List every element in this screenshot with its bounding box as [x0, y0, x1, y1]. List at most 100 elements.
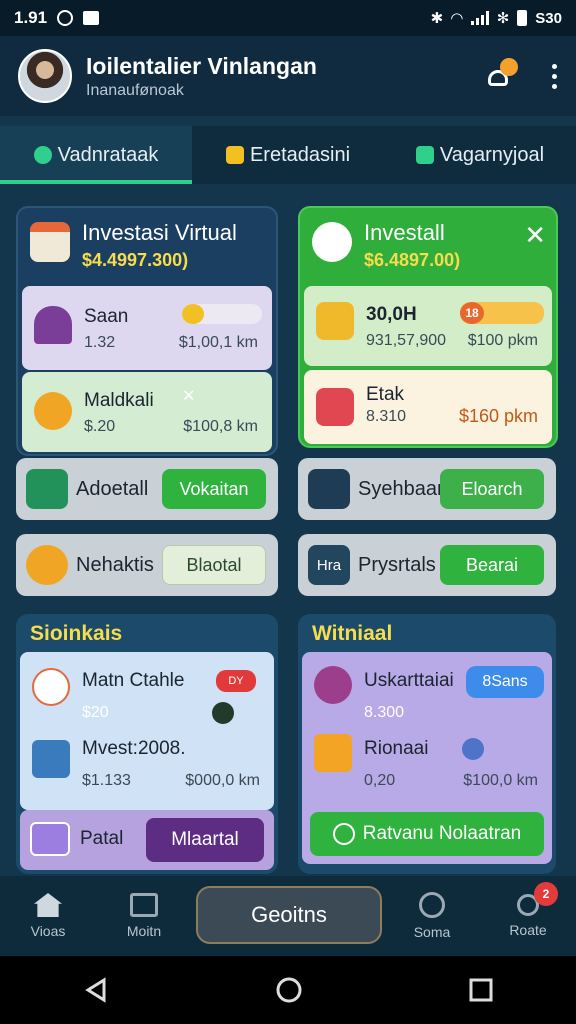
- list-group: Uskarttaiai 8.300 8Sans Rionaai 0,20 $10…: [302, 652, 552, 864]
- action-label: Prysrtals: [358, 554, 436, 576]
- sync-status-icon: [57, 10, 74, 26]
- action-button[interactable]: Eloarch: [440, 469, 544, 509]
- footer-row: Patal Mlaartal: [20, 810, 274, 870]
- section-title: Witniaal: [312, 622, 393, 645]
- item-label: Uskarttaiai: [364, 670, 454, 691]
- action-button[interactable]: Blaotal: [162, 545, 266, 585]
- list-item[interactable]: Etak 8.310 $160 pkm: [304, 370, 552, 444]
- calendar-icon: [30, 222, 70, 262]
- action-row: Syehbaan Eloarch: [298, 458, 556, 520]
- list-item[interactable]: Saan 1.32 $1,00,1 km: [22, 286, 272, 370]
- investment-card-right[interactable]: Investall $6.4897.00) ✕ 30,0H 931,57,900…: [298, 206, 558, 448]
- list-item[interactable]: 30,0H 931,57,900 18 $100 pkm: [304, 286, 552, 366]
- progress-bar: [182, 304, 262, 324]
- action-row: Adoetall Vokaitan: [16, 458, 278, 520]
- center-nav-button[interactable]: Geoitns: [196, 886, 382, 944]
- status-time: 1.91: [14, 8, 48, 27]
- logo-icon: [312, 222, 352, 262]
- tab-icon: [415, 146, 434, 164]
- home-circle-icon[interactable]: [274, 975, 304, 1005]
- hat-icon: [34, 306, 72, 344]
- item-sub: 8.300: [364, 704, 405, 721]
- link-icon: [314, 666, 352, 704]
- item-sub: $1.133: [82, 772, 131, 789]
- compass-icon: [419, 892, 445, 918]
- section-title: Sioinkais: [30, 622, 123, 645]
- page-title: Ioilentalier Vinlangan: [86, 52, 317, 79]
- item-right: $100,8 km: [183, 418, 258, 435]
- trophy-icon: [316, 302, 354, 340]
- footer-label: Patal: [80, 828, 124, 849]
- play-icon[interactable]: [212, 702, 234, 724]
- item-tag: 18: [460, 302, 484, 324]
- progress-bar: 18: [460, 302, 544, 324]
- tab-eretadasini[interactable]: Eretadasini: [192, 126, 384, 184]
- investment-card-left[interactable]: Investasi Virtual $4.4997.300) Saan 1.32…: [16, 206, 278, 456]
- action-label: Syehbaan: [358, 478, 449, 500]
- item-sub: $.20: [84, 418, 116, 435]
- stats-icon: [308, 469, 350, 509]
- recents-icon[interactable]: [468, 977, 494, 1003]
- item-label: Saan: [84, 306, 129, 327]
- nav-label: Soma: [413, 924, 451, 940]
- bluetooth-icon: ✱: [430, 10, 444, 27]
- item-right: $100 pkm: [467, 332, 538, 349]
- item-sub: 0,20: [364, 772, 396, 789]
- action-button[interactable]: Vokaitan: [162, 469, 266, 509]
- item-label: Mvest:2008.: [82, 738, 186, 759]
- stack-icon: [32, 740, 70, 778]
- item-label: Etak: [366, 384, 405, 405]
- footer-button[interactable]: Ratvanu Nolaatran: [310, 812, 544, 856]
- calendar-icon: [316, 388, 354, 426]
- nav-item-roate[interactable]: Roate 2: [480, 882, 576, 938]
- action-button[interactable]: Bearai: [440, 545, 544, 585]
- gear-icon: [34, 392, 72, 430]
- hra-icon: Hra: [308, 545, 350, 585]
- tab-label: Vagarnyjoal: [439, 143, 545, 166]
- tab-icon: [225, 146, 244, 164]
- action-label: Adoetall: [76, 478, 149, 500]
- item-right: $100,0 km: [463, 772, 538, 789]
- close-icon[interactable]: ✕: [524, 220, 546, 251]
- more-menu-icon[interactable]: [552, 63, 558, 89]
- footer-button-label: Ratvanu Nolaatran: [362, 823, 522, 844]
- nav-item-moitn[interactable]: Moitn: [96, 893, 192, 939]
- play-icon: [314, 734, 352, 772]
- tab-vagarnyjoal[interactable]: Vagarnyjoal: [384, 126, 576, 184]
- status-right-text: S30: [535, 9, 562, 27]
- item-label: 30,0H: [366, 304, 417, 325]
- list-item[interactable]: Maldkali $.20 ✕ $100,8 km: [22, 372, 272, 452]
- page-subtitle: Inanaufønoak: [86, 81, 184, 99]
- avatar[interactable]: [18, 49, 72, 103]
- close-icon[interactable]: ✕: [182, 386, 195, 406]
- nav-item-soma[interactable]: Soma: [384, 892, 480, 940]
- notification-badge: 2: [534, 882, 558, 906]
- section-left: Sioinkais Matn Ctahle $20 DY Mvest:2008.…: [16, 614, 278, 874]
- back-icon[interactable]: [82, 976, 110, 1004]
- item-right: $000,0 km: [185, 772, 260, 789]
- item-tag[interactable]: 8Sans: [466, 666, 544, 698]
- tab-icon: [33, 146, 52, 164]
- nav-label: Moitn: [126, 923, 162, 939]
- notification-button[interactable]: [484, 58, 518, 90]
- bottom-nav: Vioas Moitn Geoitns Soma Roate 2: [0, 876, 576, 956]
- system-nav-bar: [0, 956, 576, 1024]
- mail-icon: [26, 469, 68, 509]
- vibrate-icon: ✻: [496, 10, 510, 27]
- card-value: $4.4997.300): [82, 250, 189, 270]
- item-sub: $20: [82, 704, 109, 721]
- tab-vadnrataak[interactable]: Vadnrataak: [0, 126, 192, 184]
- info-icon[interactable]: [462, 738, 484, 760]
- item-label: Rionaai: [364, 738, 429, 759]
- item-label: Matn Ctahle: [82, 670, 185, 691]
- nav-item-home[interactable]: Vioas: [0, 893, 96, 939]
- card-title: Investasi Virtual: [82, 220, 237, 245]
- nav-label: Roate: [509, 922, 547, 938]
- status-bar: 1.91 ✱ ◠ ✻ S30: [0, 0, 576, 36]
- tab-bar: Vadnrataak Eretadasini Vagarnyjoal: [0, 126, 576, 184]
- item-sub: 931,57,900: [366, 332, 447, 349]
- footer-button[interactable]: Mlaartal: [146, 818, 264, 862]
- battery-icon: [517, 10, 528, 26]
- app-header: Ioilentalier Vinlangan Inanaufønoak: [0, 36, 576, 116]
- tab-label: Vadnrataak: [57, 143, 159, 166]
